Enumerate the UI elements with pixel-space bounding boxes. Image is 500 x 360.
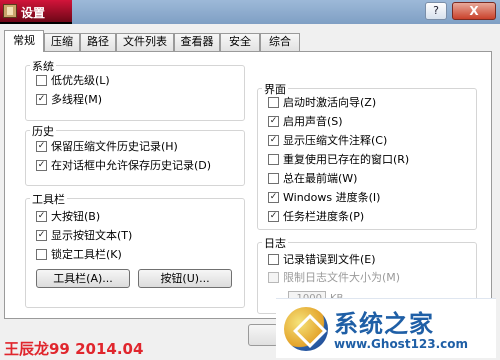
option-large-buttons[interactable]: 大按钮(B) xyxy=(36,210,100,224)
tab-misc[interactable]: 综合 xyxy=(260,33,300,51)
option-limit-log-size: 限制日志文件大小为(M) xyxy=(268,271,400,285)
group-log-title: 日志 xyxy=(262,235,288,251)
group-toolbar-title: 工具栏 xyxy=(30,191,67,207)
option-show-comments[interactable]: 显示压缩文件注释(C) xyxy=(268,134,387,148)
app-icon xyxy=(3,4,17,18)
checkbox-keep-archive-history[interactable] xyxy=(36,141,47,152)
option-label: 总在最前端(W) xyxy=(283,172,358,185)
checkbox-limit-log-size xyxy=(268,272,279,283)
group-interface: 界面 启动时激活向导(Z) 启用声音(S) 显示压缩文件注释(C) 重复使用已存… xyxy=(257,81,477,230)
checkbox-low-priority[interactable] xyxy=(36,75,47,86)
option-label: Windows 进度条(I) xyxy=(283,191,381,204)
option-wizard-on-start[interactable]: 启动时激活向导(Z) xyxy=(268,96,376,110)
option-low-priority[interactable]: 低优先级(L) xyxy=(36,74,110,88)
group-system: 系统 低优先级(L) 多线程(M) xyxy=(25,58,245,121)
close-button[interactable]: X xyxy=(452,2,496,20)
option-multithread[interactable]: 多线程(M) xyxy=(36,93,102,107)
group-history-title: 历史 xyxy=(30,123,56,139)
dialog-button-partial[interactable] xyxy=(248,324,278,346)
option-dialog-history[interactable]: 在对话框中允许保存历史记录(D) xyxy=(36,159,211,173)
site-logo: 系统之家 www.Ghost123.com xyxy=(276,298,496,358)
group-toolbar: 工具栏 大按钮(B) 显示按钮文本(T) 锁定工具栏(K) 工具栏(A)... … xyxy=(25,191,245,308)
checkbox-always-on-top[interactable] xyxy=(268,173,279,184)
option-label: 启用声音(S) xyxy=(283,115,343,128)
option-label: 任务栏进度条(P) xyxy=(283,210,365,223)
checkbox-lock-toolbar[interactable] xyxy=(36,249,47,260)
option-lock-toolbar[interactable]: 锁定工具栏(K) xyxy=(36,248,122,262)
tab-paths[interactable]: 路径 xyxy=(80,33,116,51)
checkbox-wizard-on-start[interactable] xyxy=(268,97,279,108)
tab-compression[interactable]: 压缩 xyxy=(44,33,80,51)
tab-security[interactable]: 安全 xyxy=(220,33,260,51)
option-label: 显示压缩文件注释(C) xyxy=(283,134,388,147)
tab-panel-general: 系统 低优先级(L) 多线程(M) 历史 保留压缩文件历史记录(H) 在对话框中… xyxy=(4,51,492,319)
checkbox-taskbar-progress[interactable] xyxy=(268,211,279,222)
checkbox-enable-sound[interactable] xyxy=(268,116,279,127)
option-enable-sound[interactable]: 启用声音(S) xyxy=(268,115,343,129)
window-title: 设置 xyxy=(21,6,46,20)
option-label: 在对话框中允许保存历史记录(D) xyxy=(51,159,212,172)
checkbox-multithread[interactable] xyxy=(36,94,47,105)
logo-emblem-icon xyxy=(284,307,328,351)
option-taskbar-progress[interactable]: 任务栏进度条(P) xyxy=(268,210,364,224)
logo-url: www.Ghost123.com xyxy=(334,337,469,351)
option-windows-progress[interactable]: Windows 进度条(I) xyxy=(268,191,380,205)
tab-viewer[interactable]: 查看器 xyxy=(174,33,220,51)
author-watermark: 王辰龙99 2014.04 xyxy=(4,340,144,358)
option-label: 记录错误到文件(E) xyxy=(283,253,376,266)
option-always-on-top[interactable]: 总在最前端(W) xyxy=(268,172,357,186)
title-bar: 设置 ? X xyxy=(0,0,500,24)
checkbox-log-errors[interactable] xyxy=(268,254,279,265)
group-history: 历史 保留压缩文件历史记录(H) 在对话框中允许保存历史记录(D) xyxy=(25,123,245,186)
checkbox-windows-progress[interactable] xyxy=(268,192,279,203)
toolbar-settings-button[interactable]: 工具栏(A)... xyxy=(36,269,130,288)
checkbox-reuse-window[interactable] xyxy=(268,154,279,165)
option-label: 锁定工具栏(K) xyxy=(51,248,122,261)
option-label: 重复使用已存在的窗口(R) xyxy=(283,153,410,166)
group-interface-title: 界面 xyxy=(262,81,288,97)
tab-general[interactable]: 常规 xyxy=(4,30,44,52)
checkbox-dialog-history[interactable] xyxy=(36,160,47,171)
group-system-title: 系统 xyxy=(30,58,56,74)
title-area: 设置 xyxy=(0,0,72,24)
checkbox-show-comments[interactable] xyxy=(268,135,279,146)
buttons-settings-button[interactable]: 按钮(U)... xyxy=(138,269,232,288)
option-keep-archive-history[interactable]: 保留压缩文件历史记录(H) xyxy=(36,140,178,154)
option-label: 显示按钮文本(T) xyxy=(51,229,133,242)
option-label: 大按钮(B) xyxy=(51,210,101,223)
option-label: 限制日志文件大小为(M) xyxy=(283,271,401,284)
checkbox-button-text[interactable] xyxy=(36,230,47,241)
checkbox-large-buttons[interactable] xyxy=(36,211,47,222)
logo-text: 系统之家 xyxy=(334,310,434,338)
option-log-errors[interactable]: 记录错误到文件(E) xyxy=(268,253,376,267)
tab-file-list[interactable]: 文件列表 xyxy=(116,33,174,51)
option-label: 启动时激活向导(Z) xyxy=(283,96,377,109)
option-reuse-window[interactable]: 重复使用已存在的窗口(R) xyxy=(268,153,409,167)
option-label: 保留压缩文件历史记录(H) xyxy=(51,140,178,153)
help-button[interactable]: ? xyxy=(425,2,447,20)
option-button-text[interactable]: 显示按钮文本(T) xyxy=(36,229,132,243)
option-label: 多线程(M) xyxy=(51,93,103,106)
option-label: 低优先级(L) xyxy=(51,74,110,87)
